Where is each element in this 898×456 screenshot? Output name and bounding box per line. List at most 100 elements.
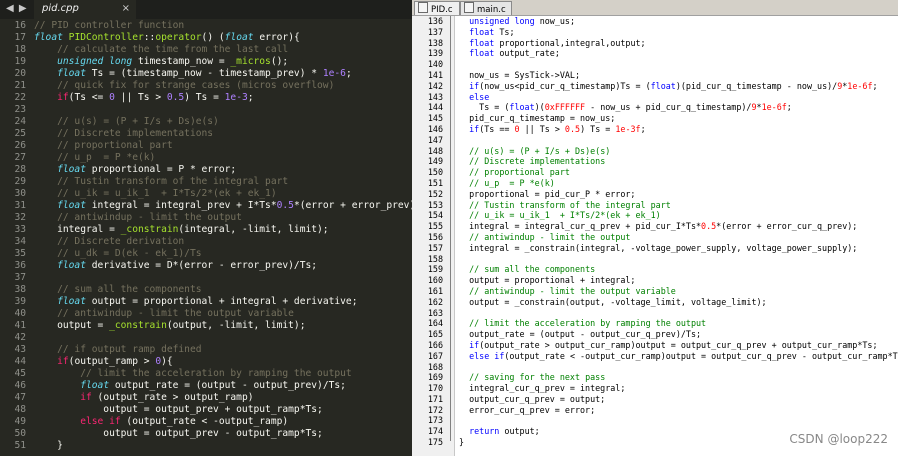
line-number: 23: [14, 104, 26, 115]
close-icon[interactable]: ×: [122, 3, 130, 14]
code-line[interactable]: 17 float PIDController::operator() (float…: [0, 32, 412, 44]
code-text: // Discrete implementations: [469, 156, 606, 167]
code-line[interactable]: 23: [0, 104, 412, 116]
code-line[interactable]: 172 error_cur_q_prev = error;: [412, 405, 898, 416]
code-line[interactable]: 160 output = proportional + integral;: [412, 275, 898, 286]
line-number: 166: [427, 339, 443, 350]
code-line[interactable]: 140: [412, 59, 898, 70]
code-line[interactable]: 158: [412, 254, 898, 265]
line-number: 154: [427, 210, 443, 221]
code-line[interactable]: 47 if (output_rate > output_ramp): [0, 392, 412, 404]
code-line[interactable]: 25 // Discrete implementations: [0, 128, 412, 140]
code-text: float Ts;: [469, 26, 515, 37]
code-line[interactable]: 141 now_us = SysTick->VAL;: [412, 70, 898, 81]
code-line[interactable]: 145 pid_cur_q_timestamp = now_us;: [412, 113, 898, 124]
code-line[interactable]: 38 // sum all the components: [0, 284, 412, 296]
code-line[interactable]: 30 // u_ik = u_ik_1 + I*Ts/2*(ek + ek_1): [0, 188, 412, 200]
code-line[interactable]: 156 // antiwindup - limit the output: [412, 232, 898, 243]
code-line[interactable]: 16 // PID controller function: [0, 20, 412, 32]
code-line[interactable]: 139 float output_rate;: [412, 48, 898, 59]
line-number: 24: [14, 116, 26, 127]
left-code-area[interactable]: 16 // PID controller function 17 float PIDC…: [0, 20, 412, 452]
code-line[interactable]: 29 // Tustin transform of the integral p…: [0, 176, 412, 188]
code-line[interactable]: 50 output = output_prev - output_ramp*Ts…: [0, 428, 412, 440]
code-text: // antiwindup - limit the output: [57, 212, 242, 223]
code-line[interactable]: 162 output = _constrain(output, -voltage…: [412, 297, 898, 308]
code-line[interactable]: 41 output = _constrain(output, -limit, l…: [0, 320, 412, 332]
code-line[interactable]: 28 float proportional = P * error;: [0, 164, 412, 176]
right-tab-bar: PID.c main.c: [412, 0, 898, 16]
code-line[interactable]: 36 float derivative = D*(error - error_p…: [0, 260, 412, 272]
code-line[interactable]: 18 // calculate the time from the last c…: [0, 44, 412, 56]
code-line[interactable]: 168: [412, 362, 898, 373]
code-text: // antiwindup - limit the output variabl…: [469, 285, 676, 296]
code-line[interactable]: 144 Ts = (float)(0xFFFFFF - now_us + pid…: [412, 102, 898, 113]
code-text: float output_rate;: [469, 48, 560, 59]
code-line[interactable]: 44 if(output_ramp > 0){: [0, 356, 412, 368]
code-line[interactable]: 32 // antiwindup - limit the output: [0, 212, 412, 224]
code-line[interactable]: 167 else if(output_rate < -output_cur_ra…: [412, 351, 898, 362]
tab-main-c[interactable]: main.c: [460, 1, 512, 15]
code-line[interactable]: 173: [412, 415, 898, 426]
code-line[interactable]: 26 // proportional part: [0, 140, 412, 152]
code-line[interactable]: 27 // u_p = P *e(k): [0, 152, 412, 164]
code-line[interactable]: 19 unsigned long timestamp_now = _micros…: [0, 56, 412, 68]
code-line[interactable]: 51 }: [0, 440, 412, 452]
code-line[interactable]: 43 // if output ramp defined: [0, 344, 412, 356]
line-number: 25: [14, 128, 26, 139]
code-line[interactable]: 20 float Ts = (timestamp_now - timestamp…: [0, 68, 412, 80]
code-line[interactable]: 21 // quick fix for strange cases (micro…: [0, 80, 412, 92]
tab-pid-c[interactable]: PID.c: [414, 1, 460, 15]
code-line[interactable]: 170 integral_cur_q_prev = integral;: [412, 383, 898, 394]
code-line[interactable]: 42: [0, 332, 412, 344]
code-line[interactable]: 169 // saving for the next pass: [412, 372, 898, 383]
code-line[interactable]: 161 // antiwindup - limit the output var…: [412, 286, 898, 297]
code-line[interactable]: 37: [0, 272, 412, 284]
tab-pid-cpp[interactable]: pid.cpp ×: [34, 0, 136, 19]
code-line[interactable]: 48 output = output_prev + output_ramp*Ts…: [0, 404, 412, 416]
code-line[interactable]: 142 if(now_us<pid_cur_q_timestamp)Ts = (…: [412, 81, 898, 92]
code-line[interactable]: 157 integral = _constrain(integral, -vol…: [412, 243, 898, 254]
code-line[interactable]: 34 // Discrete derivation: [0, 236, 412, 248]
code-line[interactable]: 24 // u(s) = (P + I/s + Ds)e(s): [0, 116, 412, 128]
code-line[interactable]: 143 else: [412, 92, 898, 103]
code-line[interactable]: 147: [412, 135, 898, 146]
code-line[interactable]: 40 // antiwindup - limit the output vari…: [0, 308, 412, 320]
code-line[interactable]: 49 else if (output_rate < -output_ramp): [0, 416, 412, 428]
code-line[interactable]: 153 // Tustin transform of the integral …: [412, 200, 898, 211]
line-number: 32: [14, 212, 26, 223]
code-line[interactable]: 148 // u(s) = (P + I/s + Ds)e(s): [412, 146, 898, 157]
code-line[interactable]: 146 if(Ts == 0 || Ts > 0.5) Ts = 1e-3f;: [412, 124, 898, 135]
code-line[interactable]: 39 float output = proportional + integra…: [0, 296, 412, 308]
right-code-area[interactable]: 136 unsigned long now_us; 137 float Ts; 13…: [412, 16, 898, 448]
code-line[interactable]: 33 integral = _constrain(integral, -limi…: [0, 224, 412, 236]
code-line[interactable]: 31 float integral = integral_prev + I*Ts…: [0, 200, 412, 212]
code-line[interactable]: 166 if(output_rate > output_cur_ramp)out…: [412, 340, 898, 351]
code-line[interactable]: 45 // limit the acceleration by ramping …: [0, 368, 412, 380]
code-line[interactable]: 154 // u_ik = u_ik_1 + I*Ts/2*(ek + ek_1…: [412, 210, 898, 221]
code-line[interactable]: 35 // u_dk = D(ek - ek_1)/Ts: [0, 248, 412, 260]
code-line[interactable]: 155 integral = integral_cur_q_prev + pid…: [412, 221, 898, 232]
tab-nav-arrows-icon[interactable]: ◀ ▶: [6, 3, 28, 14]
code-line[interactable]: 22 if(Ts <= 0 || Ts > 0.5) Ts = 1e-3;: [0, 92, 412, 104]
code-line[interactable]: 46 float output_rate = (output - output_…: [0, 380, 412, 392]
code-line[interactable]: 137 float Ts;: [412, 27, 898, 38]
code-line[interactable]: 164 // limit the acceleration by ramping…: [412, 318, 898, 329]
code-line[interactable]: 149 // Discrete implementations: [412, 156, 898, 167]
line-number: 28: [14, 164, 26, 175]
code-line[interactable]: 163: [412, 308, 898, 319]
code-line[interactable]: 150 // proportional part: [412, 167, 898, 178]
line-number: 39: [14, 296, 26, 307]
code-line[interactable]: 152 proportional = pid_cur_P * error;: [412, 189, 898, 200]
left-tab-bar: ◀ ▶ pid.cpp ×: [0, 0, 412, 19]
code-line[interactable]: 165 output_rate = (output - output_cur_q…: [412, 329, 898, 340]
line-number: 20: [14, 68, 26, 79]
code-text: output = output_prev + output_ramp*Ts;: [34, 404, 323, 415]
code-line[interactable]: 138 float proportional,integral,output;: [412, 38, 898, 49]
code-line[interactable]: 136 unsigned long now_us;: [412, 16, 898, 27]
code-line[interactable]: 171 output_cur_q_prev = output;: [412, 394, 898, 405]
line-number: 159: [427, 264, 443, 275]
code-line[interactable]: 159 // sum all the components: [412, 264, 898, 275]
code-text: else if(output_rate < -output_cur_ramp)o…: [469, 350, 898, 361]
code-line[interactable]: 151 // u_p = P *e(k): [412, 178, 898, 189]
